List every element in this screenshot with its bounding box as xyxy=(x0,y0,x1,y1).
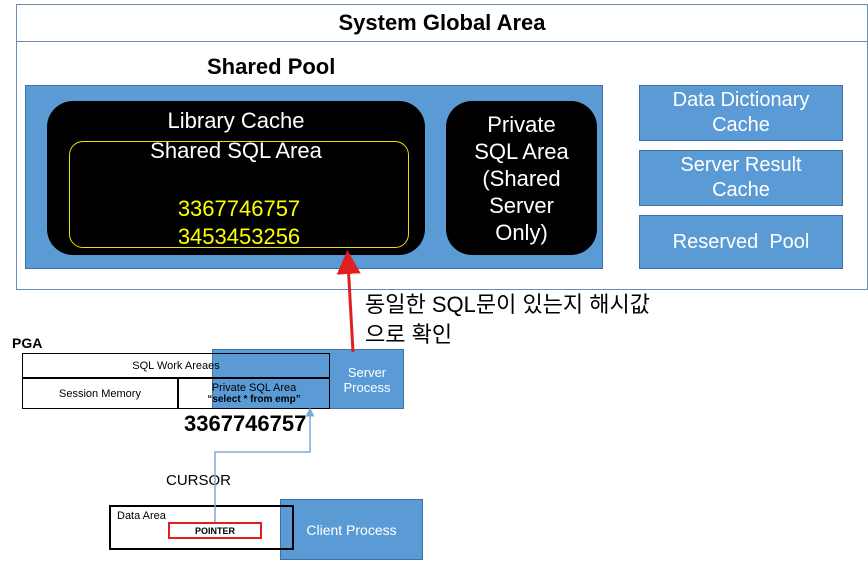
cursor-connector xyxy=(214,407,315,522)
hash-lookup-arrow xyxy=(336,250,361,353)
connector-layer xyxy=(214,250,361,522)
